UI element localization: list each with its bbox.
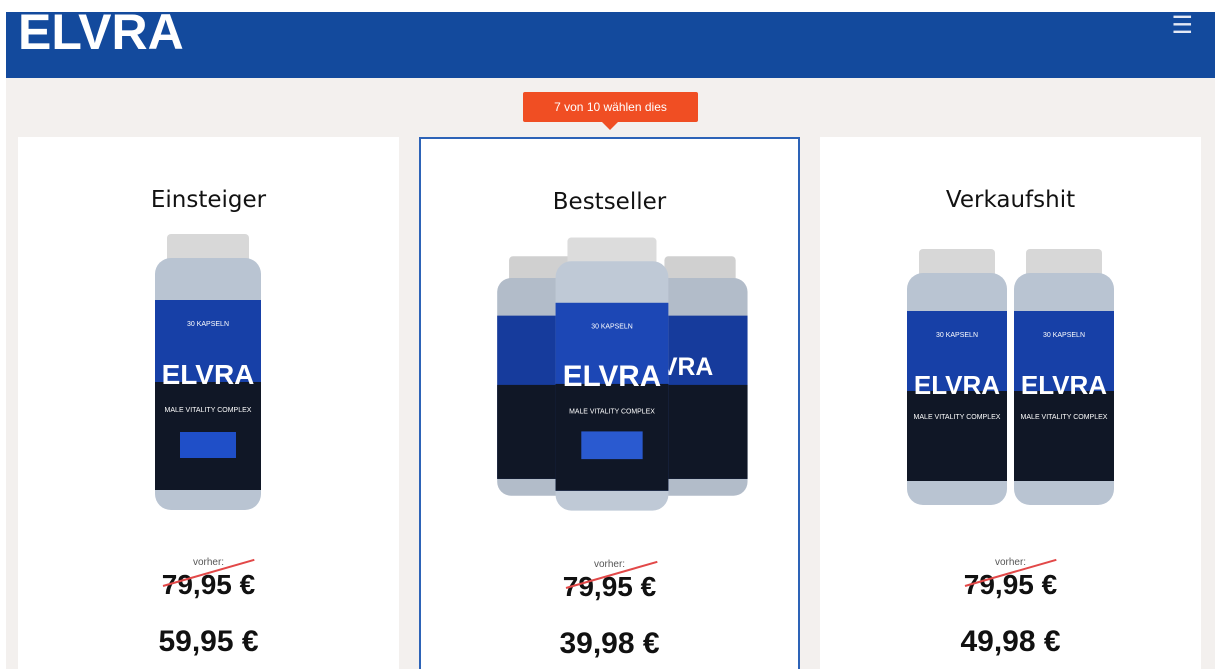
before-label: vorher:	[593, 559, 626, 570]
before-label: vorher:	[994, 557, 1027, 568]
product-card-bestseller[interactable]: Bestseller VRA 30 KAPSELN ELVRA MALE VIT…	[419, 137, 800, 669]
popular-badge: 7 von 10 wählen dies	[523, 92, 698, 130]
current-price: 59,95 €	[158, 625, 259, 658]
bottle-subtitle-label: MALE VITALITY COMPLEX	[1021, 414, 1108, 421]
brand-logo[interactable]: ELVRA	[18, 12, 184, 62]
bottle-capsules-label: 30 KAPSELN	[187, 321, 229, 328]
bottle-capsules-label: 30 KAPSELN	[591, 324, 632, 331]
product-image: 30 KAPSELN ELVRA MALE VITALITY COMPLEX	[155, 234, 261, 510]
bottle-subtitle-label: MALE VITALITY COMPLEX	[569, 409, 655, 416]
bottle-brand-label: ELVRA	[162, 359, 255, 390]
product-image: 30 KAPSELN ELVRA MALE VITALITY COMPLEX 3…	[907, 249, 1114, 505]
product-title: Verkaufshit	[945, 187, 1076, 213]
bottle-brand-label: ELVRA	[1021, 370, 1107, 400]
bottle-capsules-label: 30 KAPSELN	[1043, 332, 1085, 339]
svg-text:VRA: VRA	[661, 354, 713, 381]
page-frame: ELVRA ☰ 7 von 10 wählen dies Einsteiger …	[6, 12, 1215, 669]
bottle-brand-label: ELVRA	[563, 360, 661, 393]
product-title: Bestseller	[552, 189, 667, 215]
product-card-verkaufshit[interactable]: Verkaufshit 30 KAPSELN ELVRA MALE VITALI…	[820, 137, 1201, 669]
bottle-subtitle-label: MALE VITALITY COMPLEX	[914, 414, 1001, 421]
product-title: Einsteiger	[150, 187, 267, 213]
product-image: VRA 30 KAPSELN ELVRA MALE VITALITY COMPL…	[497, 237, 748, 511]
hamburger-menu-icon[interactable]: ☰	[1171, 14, 1193, 38]
bottle-capsules-label: 30 KAPSELN	[936, 332, 978, 339]
site-header: ELVRA ☰	[6, 12, 1215, 78]
current-price: 39,98 €	[559, 627, 660, 660]
product-card-einsteiger[interactable]: Einsteiger 30 KAPSELN ELVRA MALE VITALIT…	[18, 137, 399, 669]
before-label: vorher:	[192, 557, 225, 568]
current-price: 49,98 €	[960, 625, 1061, 658]
bottle-brand-label: ELVRA	[914, 370, 1000, 400]
bottle-subtitle-label: MALE VITALITY COMPLEX	[165, 407, 252, 414]
